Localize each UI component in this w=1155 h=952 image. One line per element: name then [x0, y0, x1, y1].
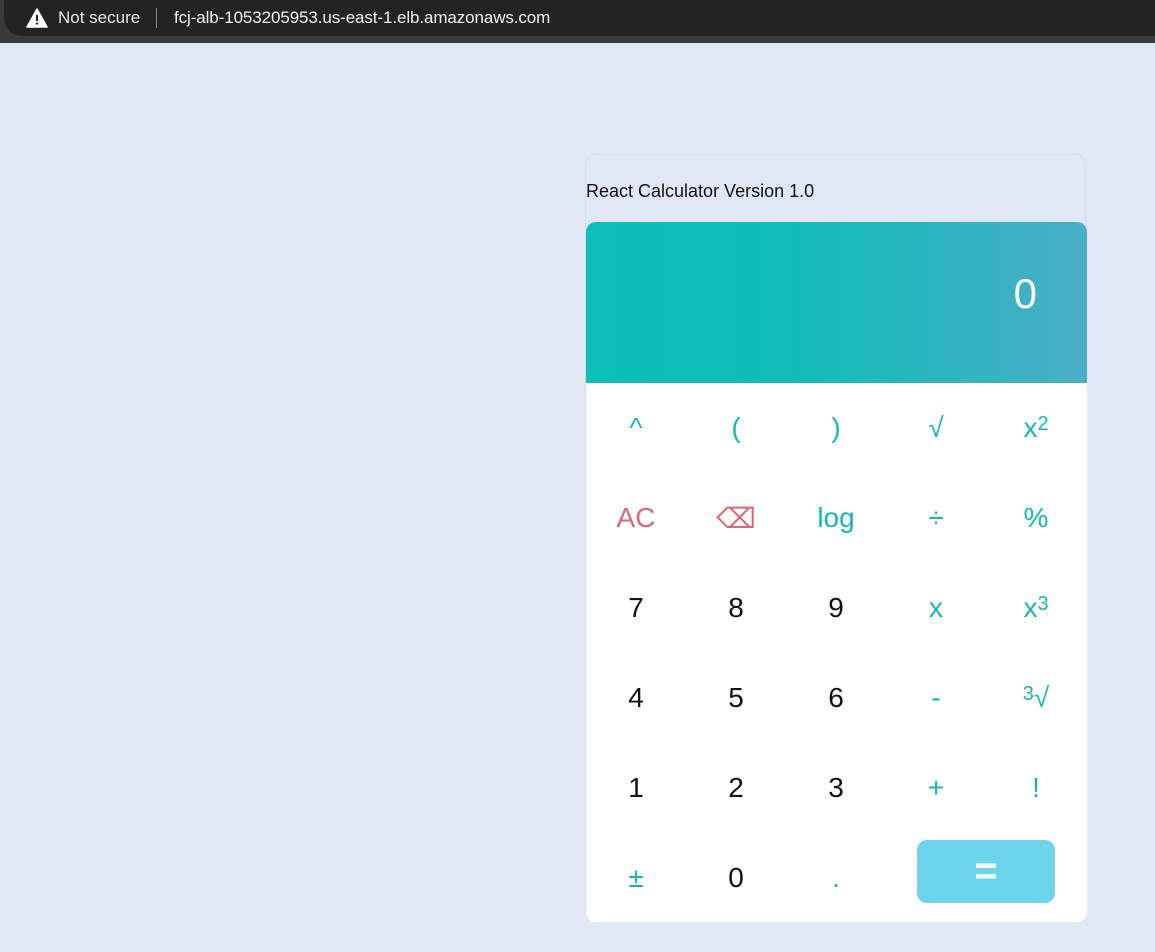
url-text[interactable]: fcj-alb-1053205953.us-east-1.elb.amazona… [174, 8, 550, 28]
address-divider [156, 8, 157, 28]
keypad: ^ ( ) √ x2 AC ⌫ log ÷ % 7 8 9 x x3 4 5 6… [586, 383, 1087, 922]
digit-1-button[interactable]: 1 [586, 743, 686, 833]
cube-exponent: 3 [1037, 592, 1049, 615]
digit-9-button[interactable]: 9 [786, 563, 886, 653]
equals-button[interactable]: = [917, 840, 1055, 903]
cube-button[interactable]: x3 [986, 563, 1086, 653]
backspace-button[interactable]: ⌫ [686, 473, 786, 563]
digit-3-button[interactable]: 3 [786, 743, 886, 833]
decimal-button[interactable]: . [786, 833, 886, 923]
digit-0-button[interactable]: 0 [686, 833, 786, 923]
omnibox[interactable]: Not secure fcj-alb-1053205953.us-east-1.… [4, 0, 1155, 36]
cube-root-index: 3 [1022, 682, 1034, 705]
calculator-title: React Calculator Version 1.0 [586, 181, 815, 201]
factorial-button[interactable]: ! [986, 743, 1086, 833]
digit-6-button[interactable]: 6 [786, 653, 886, 743]
sqrt-button[interactable]: √ [886, 383, 986, 473]
log-button[interactable]: log [786, 473, 886, 563]
plus-minus-button[interactable]: ± [586, 833, 686, 923]
cube-root-button[interactable]: 3 √ [986, 653, 1086, 743]
browser-address-bar: Not secure fcj-alb-1053205953.us-east-1.… [0, 0, 1155, 43]
multiply-button[interactable]: x [886, 563, 986, 653]
square-button[interactable]: x2 [986, 383, 1086, 473]
percent-button[interactable]: % [986, 473, 1086, 563]
close-paren-button[interactable]: ) [786, 383, 886, 473]
power-button[interactable]: ^ [586, 383, 686, 473]
calculator-display: 0 [586, 222, 1087, 383]
security-label[interactable]: Not secure [58, 8, 140, 28]
clear-button[interactable]: AC [586, 473, 686, 563]
plus-button[interactable]: + [886, 743, 986, 833]
square-exponent: 2 [1037, 412, 1049, 435]
warning-icon[interactable] [26, 8, 48, 28]
open-paren-button[interactable]: ( [686, 383, 786, 473]
digit-2-button[interactable]: 2 [686, 743, 786, 833]
cube-base: x [1023, 592, 1038, 623]
digit-5-button[interactable]: 5 [686, 653, 786, 743]
digit-8-button[interactable]: 8 [686, 563, 786, 653]
minus-button[interactable]: - [886, 653, 986, 743]
display-value: 0 [1013, 270, 1037, 317]
calculator-card: React Calculator Version 1.0 0 ^ ( ) √ x… [585, 154, 1087, 922]
divide-button[interactable]: ÷ [886, 473, 986, 563]
cube-root-symbol: √ [1033, 682, 1050, 713]
digit-7-button[interactable]: 7 [586, 563, 686, 653]
digit-4-button[interactable]: 4 [586, 653, 686, 743]
square-base: x [1023, 412, 1038, 443]
